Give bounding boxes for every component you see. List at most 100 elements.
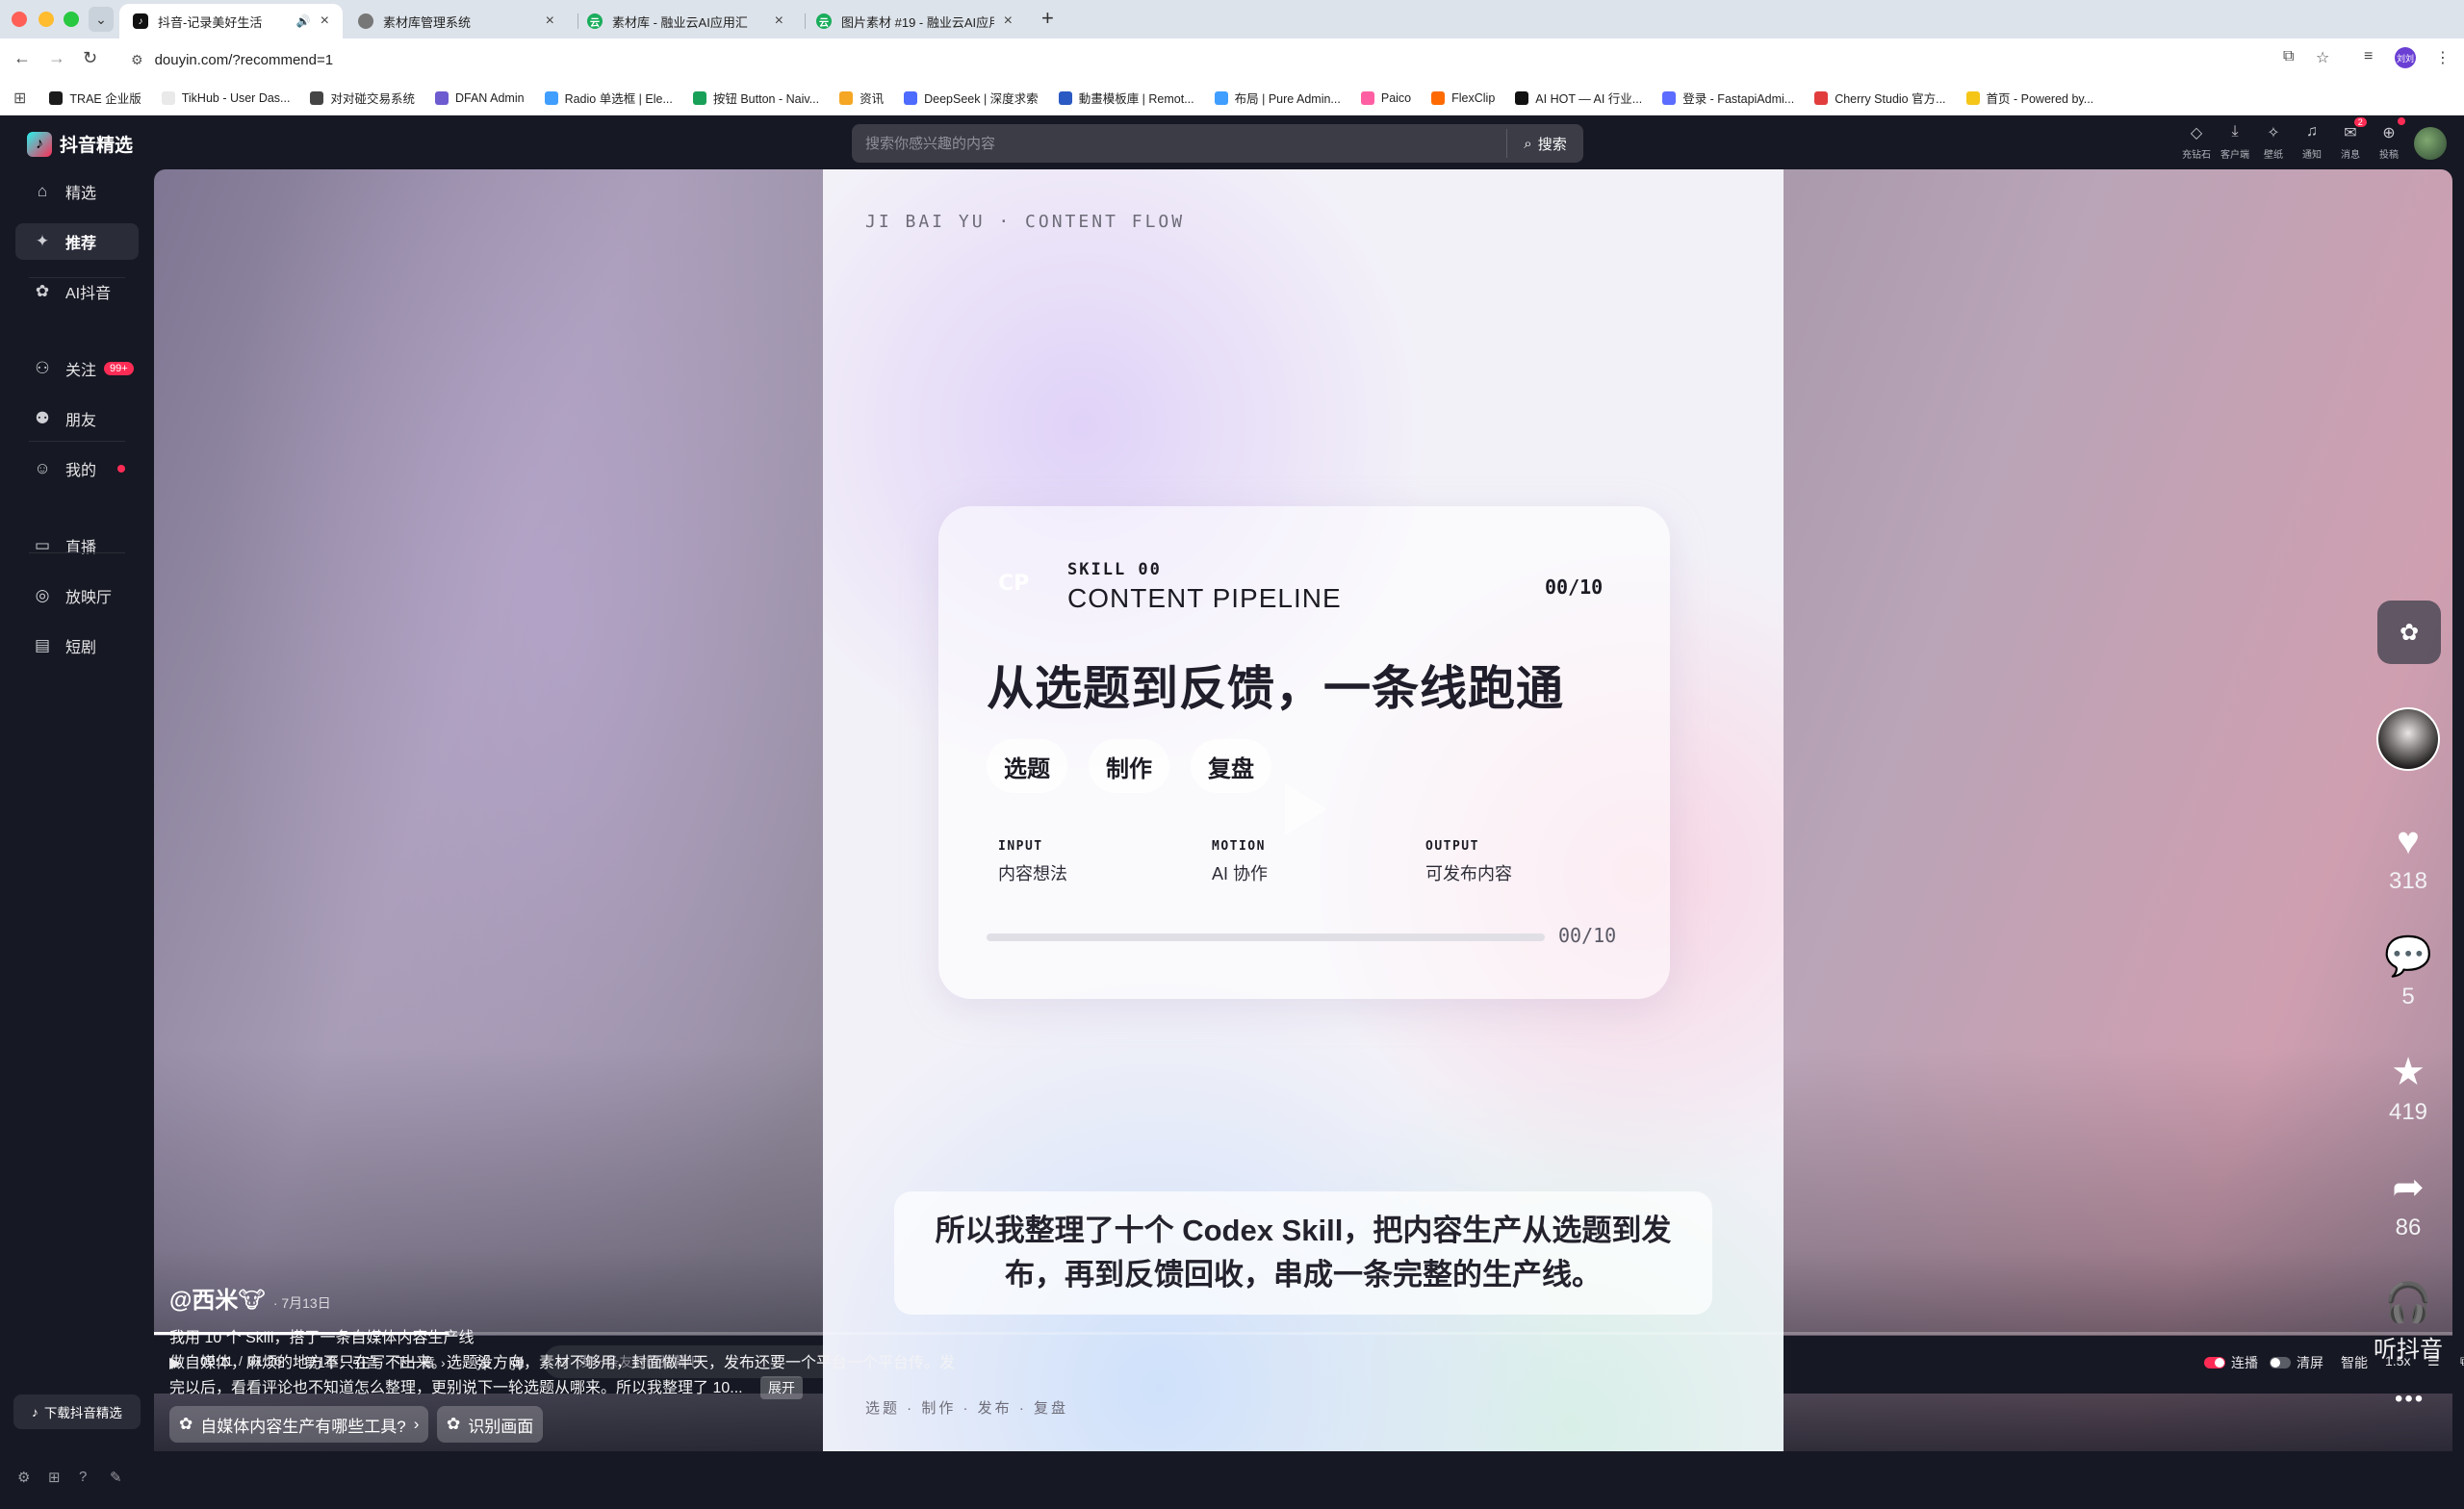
bookmark-item[interactable]: Cherry Studio 官方... xyxy=(1814,89,1946,107)
settings-icon[interactable]: ⚙ xyxy=(17,1469,30,1486)
autoplay-label: 连播 xyxy=(2231,1355,2258,1370)
video-player[interactable]: JI BAI YU · CONTENT FLOW CP SKILL 00 CON… xyxy=(154,169,2452,1451)
comment-button[interactable]: 💬 5 xyxy=(2368,934,2449,1010)
sidebar-item-4[interactable]: ⚉ 朋友 xyxy=(15,400,139,437)
back-arrow-icon[interactable]: ← xyxy=(13,48,31,68)
bookmark-item[interactable]: Paico xyxy=(1360,90,1411,105)
sidebar-item-label: 放映厅 xyxy=(65,590,113,606)
top-action-0[interactable]: ◇ 充钻石 xyxy=(2177,123,2216,161)
sidebar-item-3[interactable]: ⚇ 关注 99+ xyxy=(15,350,139,387)
user-avatar[interactable] xyxy=(2414,127,2447,160)
bookmark-item[interactable]: FlexClip xyxy=(1431,90,1495,105)
reload-icon[interactable]: ↻ xyxy=(83,48,97,68)
douyin-logo[interactable]: ♪ 抖音精选 xyxy=(27,131,133,157)
sidebar-item-7[interactable]: ◎ 放映厅 xyxy=(15,577,139,614)
search-button[interactable]: ⌕ 搜索 xyxy=(1506,129,1583,158)
clear-screen-toggle[interactable]: 清屏 xyxy=(2270,1353,2323,1372)
url-text[interactable]: douyin.com/?recommend=1 xyxy=(155,52,334,68)
top-action-2[interactable]: ✧ 壁纸 xyxy=(2254,123,2293,161)
sidebar-item-5[interactable]: ☺ 我的 xyxy=(15,450,139,487)
listen-button[interactable]: 🎧 听抖音 xyxy=(2368,1280,2449,1364)
notification-dot xyxy=(117,465,126,473)
bookmark-item[interactable]: 资讯 xyxy=(839,89,884,107)
window-zoom-button[interactable] xyxy=(64,12,79,27)
search-input[interactable] xyxy=(852,124,1506,163)
reading-list-icon[interactable]: ≡ xyxy=(2364,48,2373,65)
douyin-note-icon: ♪ xyxy=(32,1404,38,1419)
bookmark-item[interactable]: 動畫模板庫 | Remot... xyxy=(1058,89,1194,107)
video-frame[interactable]: JI BAI YU · CONTENT FLOW CP SKILL 00 CON… xyxy=(823,169,1784,1451)
pip-icon[interactable]: ⧉ xyxy=(2460,1353,2464,1369)
bookmark-item[interactable]: 按钮 Button - Naiv... xyxy=(692,89,819,107)
top-action-1[interactable]: ⤓ 客户端 xyxy=(2216,123,2254,161)
browser-tab-image-material[interactable]: 云 图片素材 #19 - 融业云AI应用汇 × xyxy=(803,4,1026,38)
sidebar-item-2[interactable]: ✿ AI抖音 xyxy=(15,273,139,310)
search-bar: ⌕ 搜索 xyxy=(852,124,1583,163)
browser-tab-material-admin[interactable]: 素材库管理系统 × xyxy=(345,4,568,38)
autoplay-toggle[interactable]: 连播 xyxy=(2204,1353,2258,1372)
bookmark-item[interactable]: 对对碰交易系统 xyxy=(310,89,415,107)
bookmark-favicon-icon xyxy=(1431,90,1446,105)
forward-arrow-icon[interactable]: → xyxy=(48,48,65,68)
feedback-icon[interactable]: ✎ xyxy=(110,1469,122,1486)
window-minimize-button[interactable] xyxy=(38,12,54,27)
favorite-button[interactable]: ★ 419 xyxy=(2368,1049,2449,1126)
bookmark-item[interactable]: 布局 | Pure Admin... xyxy=(1214,89,1341,107)
browser-tab-material-library[interactable]: 云 素材库 - 融业云AI应用汇 × xyxy=(574,4,797,38)
tab-close-icon[interactable]: × xyxy=(775,13,783,30)
top-action-5[interactable]: ⊕ 投稿 xyxy=(2370,117,2408,161)
listen-label: 听抖音 xyxy=(2374,1337,2443,1363)
bookmark-item[interactable]: Radio 单选框 | Ele... xyxy=(544,89,673,107)
grid-icon[interactable]: ⊞ xyxy=(48,1469,61,1486)
tab-close-icon[interactable]: × xyxy=(1004,13,1013,30)
bookmark-item[interactable]: 首页 - Powered by... xyxy=(1965,89,2093,107)
share-button[interactable]: ➦ 86 xyxy=(2368,1164,2449,1241)
bookmark-label: DFAN Admin xyxy=(455,90,525,105)
bookmark-star-icon[interactable]: ☆ xyxy=(2316,48,2329,67)
tab-audio-icon[interactable]: 🔊 xyxy=(296,14,311,28)
sidebar-item-6[interactable]: ▭ 直播 xyxy=(15,527,139,564)
video-scrubber[interactable] xyxy=(154,1332,2452,1335)
card-progress-track xyxy=(987,934,1545,941)
download-app-button[interactable]: ♪ 下载抖音精选 xyxy=(13,1394,141,1429)
tab-title: 图片素材 #19 - 融业云AI应用汇 xyxy=(841,14,994,30)
help-icon[interactable]: ? xyxy=(79,1469,87,1485)
sidebar-item-0[interactable]: ⌂ 精选 xyxy=(15,173,139,210)
profile-avatar[interactable]: 刘刘 xyxy=(2395,47,2416,68)
browser-menu-kebab-icon[interactable]: ⋮ xyxy=(2435,48,2451,67)
author-avatar[interactable] xyxy=(2376,707,2440,771)
clear-screen-switch[interactable] xyxy=(2270,1357,2291,1368)
ai-assistant-button[interactable]: ✿ xyxy=(2377,601,2441,664)
bookmark-label: Radio 单选框 | Ele... xyxy=(564,92,673,106)
tab-close-icon[interactable]: × xyxy=(546,13,554,30)
browser-tab-douyin[interactable]: ♪ 抖音-记录美好生活 🔊 × xyxy=(119,4,343,38)
recognize-frame-chip[interactable]: ✿ 识别画面 xyxy=(437,1406,544,1443)
tab-close-icon[interactable]: × xyxy=(321,13,329,30)
bookmark-item[interactable]: AI HOT — AI 行业... xyxy=(1515,89,1642,107)
sidebar-item-label: 我的 xyxy=(65,463,97,479)
bookmark-favicon-icon xyxy=(161,90,175,105)
expand-button[interactable]: 展开 xyxy=(760,1375,804,1399)
io-motion-label: MOTION xyxy=(1212,839,1266,854)
ai-question-chip[interactable]: ✿ 自媒体内容生产有哪些工具? › xyxy=(169,1406,429,1443)
site-info-icon[interactable]: ⚙ xyxy=(131,52,143,68)
bookmark-item[interactable]: DeepSeek | 深度求索 xyxy=(904,89,1039,107)
window-close-button[interactable] xyxy=(12,12,27,27)
apps-grid-icon[interactable]: ⊞ xyxy=(13,89,26,108)
top-action-3[interactable]: ♫ 通知 xyxy=(2293,123,2331,161)
bookmark-item[interactable]: 登录 - FastapiAdmi... xyxy=(1662,89,1794,107)
sidebar-item-1[interactable]: ✦ 推荐 xyxy=(15,223,139,260)
sidebar-item-8[interactable]: ▤ 短剧 xyxy=(15,627,139,664)
bookmark-item[interactable]: TikHub - User Das... xyxy=(161,90,290,105)
top-action-4[interactable]: ✉ 2 消息 xyxy=(2331,117,2370,161)
install-app-icon[interactable]: ⧉ xyxy=(2283,48,2294,65)
url-bar[interactable]: ⚙ douyin.com/?recommend=1 xyxy=(117,44,2273,75)
author-name[interactable]: @西米🐮 xyxy=(169,1281,266,1315)
autoplay-switch[interactable] xyxy=(2204,1357,2225,1368)
more-dots-icon[interactable]: ••• xyxy=(2395,1386,2425,1413)
bookmark-item[interactable]: TRAE 企业版 xyxy=(49,89,141,107)
bookmark-item[interactable]: DFAN Admin xyxy=(435,90,525,105)
like-button[interactable]: ♥ 318 xyxy=(2368,818,2449,895)
tab-search-chevron-icon[interactable]: ⌄ xyxy=(89,7,114,32)
new-tab-plus-icon[interactable]: + xyxy=(1041,6,1054,31)
